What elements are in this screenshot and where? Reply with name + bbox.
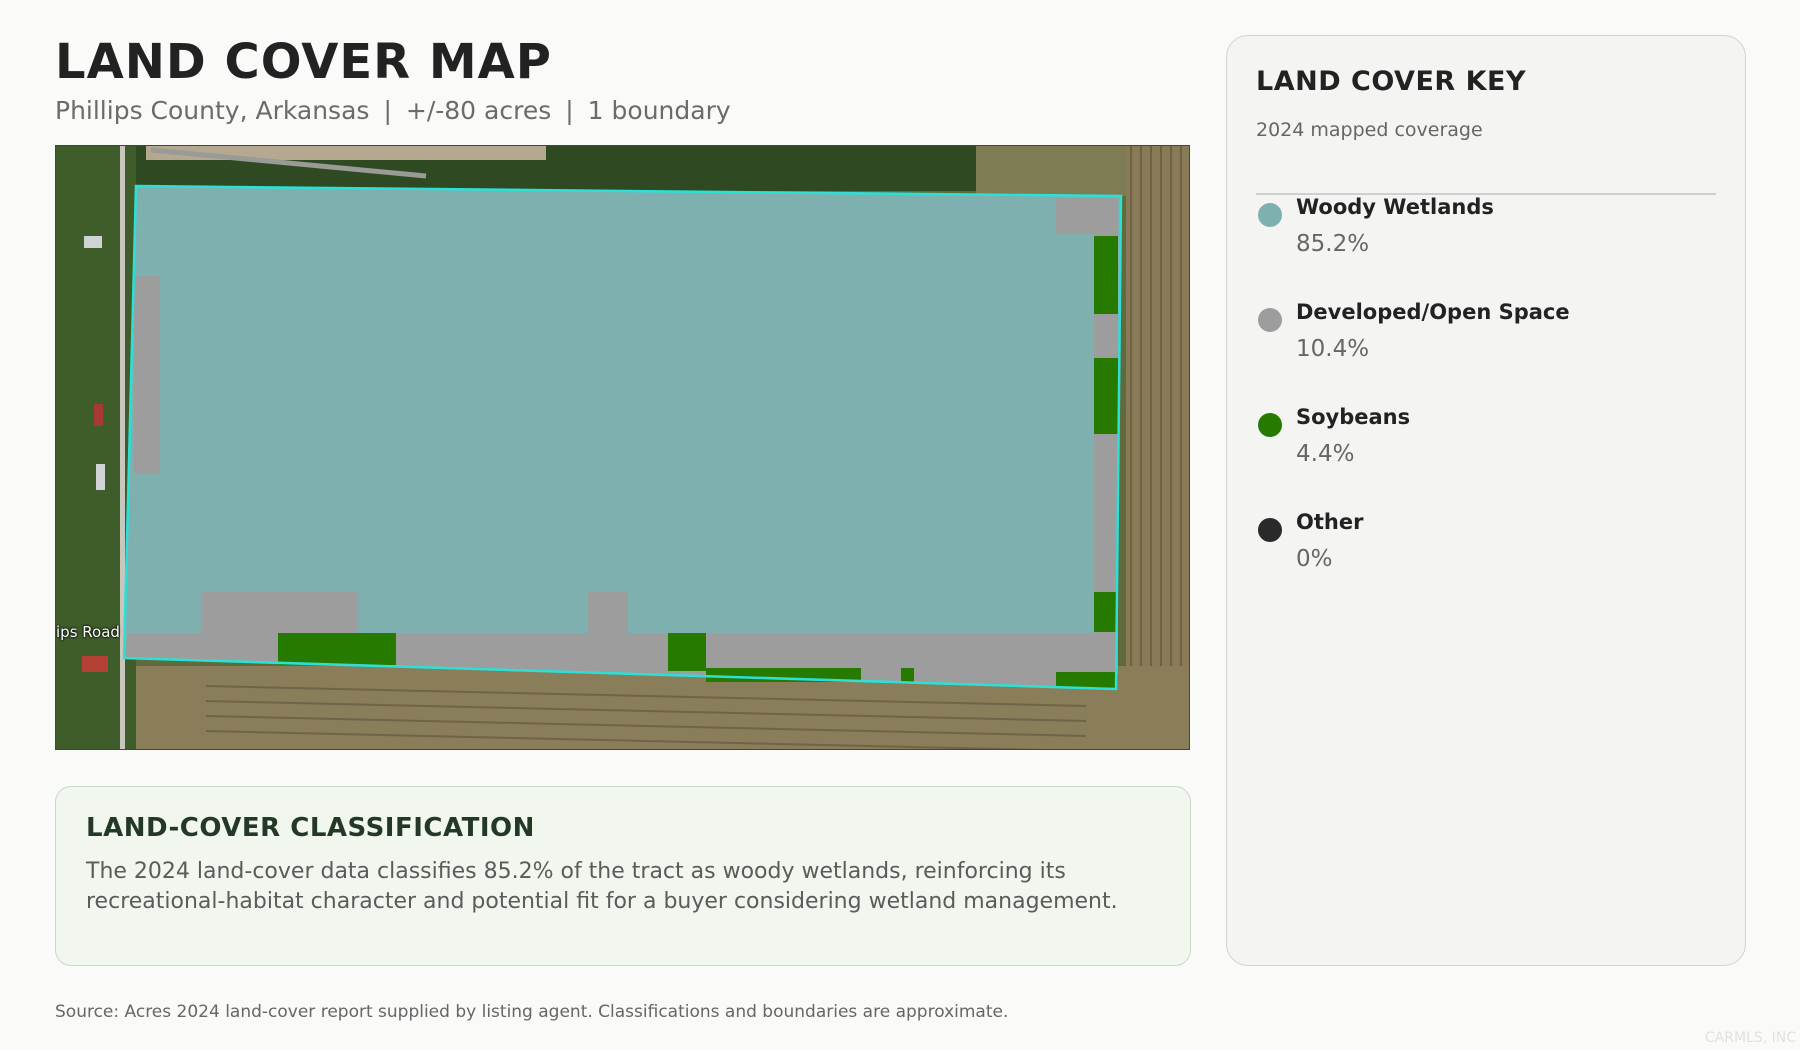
key-item-percent: 0% (1296, 546, 1333, 572)
woody-wetlands-swatch (1258, 203, 1282, 227)
separator: | (565, 96, 574, 125)
tract-land-cover (124, 186, 1121, 689)
road-label: ips Road (56, 623, 120, 641)
location-text: Phillips County, Arkansas (55, 96, 370, 125)
key-item-percent: 10.4% (1296, 336, 1370, 362)
key-item-other: Other 0% (1256, 510, 1716, 615)
key-title: LAND COVER KEY (1256, 66, 1526, 97)
land-cover-map[interactable]: ips Road (55, 145, 1190, 750)
key-item-soybeans: Soybeans 4.4% (1256, 405, 1716, 510)
land-cover-key-panel: LAND COVER KEY 2024 mapped coverage Wood… (1226, 35, 1746, 966)
farm-building (82, 656, 108, 672)
key-item-label: Soybeans (1296, 405, 1411, 429)
source-note: Source: Acres 2024 land-cover report sup… (55, 1002, 1009, 1022)
developed-open-space-swatch (1258, 308, 1282, 332)
note-body: The 2024 land-cover data classifies 85.2… (86, 859, 1118, 914)
key-subtitle: 2024 mapped coverage (1256, 119, 1483, 141)
other-swatch (1258, 518, 1282, 542)
soybeans-patch (1094, 236, 1118, 314)
key-item-label: Woody Wetlands (1296, 195, 1494, 219)
key-item-label: Developed/Open Space (1296, 300, 1570, 324)
soybeans-patch (668, 633, 706, 671)
key-item-label: Other (1296, 510, 1364, 534)
developed-open-space-patch (1056, 198, 1118, 234)
acreage-text: +/-80 acres (405, 96, 552, 125)
note-heading: LAND-COVER CLASSIFICATION (86, 813, 535, 843)
soybeans-patch (1094, 592, 1118, 632)
watermark: CARMLS, INC (1704, 1030, 1796, 1046)
page-subtitle: Phillips County, Arkansas | +/-80 acres | 1 … (55, 96, 731, 125)
developed-open-space-patch (134, 276, 160, 474)
boundary-count-text: 1 boundary (587, 96, 731, 125)
county-road (120, 146, 125, 749)
farm-building (96, 464, 105, 490)
page-title: LAND COVER MAP (55, 34, 552, 90)
soybeans-patch (278, 633, 396, 665)
key-item-percent: 4.4% (1296, 441, 1355, 467)
key-item-percent: 85.2% (1296, 231, 1370, 257)
separator: | (383, 96, 392, 125)
classification-note: LAND-COVER CLASSIFICATION The 2024 land-… (55, 786, 1191, 966)
developed-open-space-patch (861, 668, 901, 682)
key-item-woody-wetlands: Woody Wetlands 85.2% (1256, 195, 1716, 300)
soybeans-swatch (1258, 413, 1282, 437)
farm-building (84, 236, 102, 248)
soybeans-patch (1056, 672, 1116, 688)
soybeans-patch (1094, 358, 1118, 434)
farm-building (94, 404, 103, 426)
key-item-developed-open-space: Developed/Open Space 10.4% (1256, 300, 1716, 405)
map-canvas (56, 146, 1189, 749)
